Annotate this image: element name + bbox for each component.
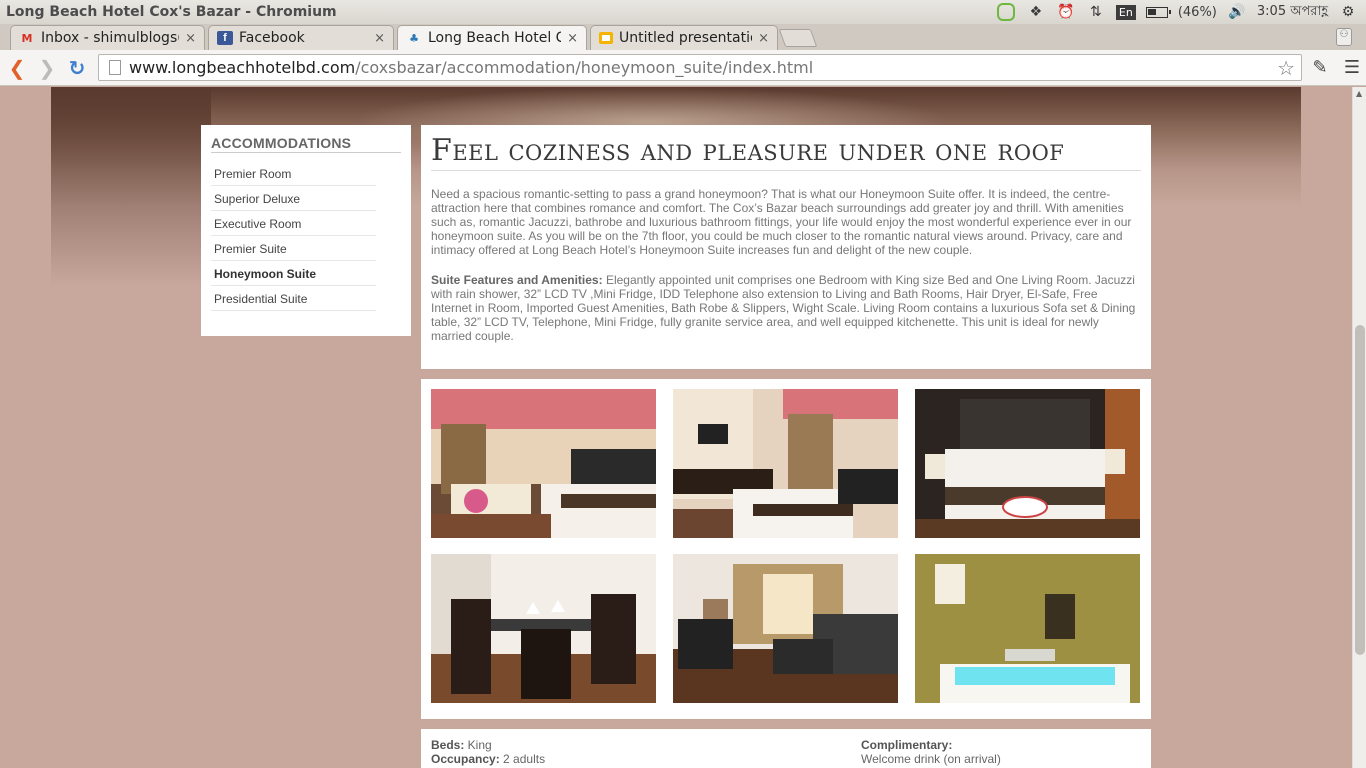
accommodations-sidebar: ACCOMMODATIONS Premier Room Superior Del…	[201, 125, 411, 336]
reload-icon[interactable]: ↻	[64, 55, 90, 81]
gallery-photo-dining[interactable]	[431, 554, 656, 703]
network-icon[interactable]: ⇅	[1086, 3, 1106, 21]
tab-label: Untitled presentatio	[619, 30, 753, 46]
browser-toolbar: ❮ ❯ ↻ www.longbeachhotelbd.com /coxsbaza…	[0, 50, 1366, 86]
tab-label: Inbox - shimulblogs(	[41, 30, 180, 46]
bedroom-photo-image	[431, 389, 656, 538]
sidebar-item-honeymoon-suite[interactable]: Honeymoon Suite	[211, 261, 376, 286]
tab-long-beach-hotel[interactable]: ♣ Long Beach Hotel Co ×	[397, 25, 587, 50]
page-scrollbar[interactable]: ▲	[1352, 87, 1366, 768]
gallery-photo-bedroom-1[interactable]	[431, 389, 656, 538]
slides-icon	[599, 32, 613, 44]
hotel-lotus-icon: ♣	[409, 31, 419, 45]
complimentary-value: Welcome drink (on arrival)	[861, 752, 1001, 766]
tab-close-icon[interactable]: ×	[758, 31, 769, 46]
menu-hamburger-icon[interactable]: ☰	[1338, 54, 1366, 82]
description-panel: Feel coziness and pleasure under one roo…	[421, 125, 1151, 369]
messaging-icon[interactable]	[996, 3, 1016, 21]
complimentary-label: Complimentary:	[861, 738, 953, 752]
forward-arrow-icon[interactable]: ❯	[34, 55, 60, 81]
tab-label: Long Beach Hotel Co	[428, 30, 562, 46]
dining-photo-image	[431, 554, 656, 703]
room-details-right: Complimentary: Welcome drink (on arrival…	[861, 738, 1001, 766]
gallery-photo-jacuzzi[interactable]	[915, 554, 1140, 703]
tab-label: Facebook	[239, 30, 305, 46]
page-icon	[109, 60, 121, 75]
beds-value: King	[464, 738, 492, 752]
alarm-clock-icon[interactable]: ⏰	[1056, 3, 1076, 21]
power-gear-icon[interactable]: ⚙	[1338, 3, 1358, 21]
scrollbar-thumb[interactable]	[1355, 325, 1365, 655]
living-room-photo-image	[673, 554, 898, 703]
os-top-bar: Long Beach Hotel Cox's Bazar - Chromium …	[0, 0, 1366, 24]
profile-icon[interactable]: ⚇	[1336, 28, 1352, 46]
banner-shade	[51, 87, 211, 287]
jacuzzi-photo-image	[915, 554, 1140, 703]
dropbox-icon[interactable]: ❖	[1026, 3, 1046, 21]
gmail-icon: M	[21, 31, 33, 45]
clock[interactable]: 3:05 অপরাহ্ণ	[1257, 2, 1328, 23]
sidebar-item-premier-room[interactable]: Premier Room	[211, 161, 376, 186]
bedroom-photo-image	[915, 389, 1140, 538]
extension-icon[interactable]: ✎	[1306, 54, 1334, 82]
room-details-left: Beds: King Occupancy: 2 adults	[431, 738, 545, 766]
bedroom-photo-image	[673, 389, 898, 538]
sidebar-item-premier-suite[interactable]: Premier Suite	[211, 236, 376, 261]
bookmark-star-icon[interactable]: ☆	[1277, 56, 1295, 80]
address-bar[interactable]: www.longbeachhotelbd.com /coxsbazar/acco…	[98, 54, 1302, 81]
tab-strip: M Inbox - shimulblogs( × f Facebook × ♣ …	[0, 24, 1366, 50]
page-viewport: ACCOMMODATIONS Premier Room Superior Del…	[0, 87, 1352, 768]
scroll-up-arrow-icon[interactable]: ▲	[1356, 89, 1362, 98]
tab-slides[interactable]: Untitled presentatio ×	[590, 25, 778, 50]
url-host: www.longbeachhotelbd.com	[129, 58, 356, 77]
tab-facebook[interactable]: f Facebook ×	[208, 25, 394, 50]
occupancy-value: 2 adults	[499, 752, 546, 766]
system-tray: ❖ ⏰ ⇅ En (46%) 🔊 3:05 অপরাহ্ণ ⚙	[996, 2, 1366, 23]
photo-gallery	[421, 379, 1151, 719]
tab-close-icon[interactable]: ×	[374, 31, 385, 46]
sidebar-heading: ACCOMMODATIONS	[211, 135, 401, 153]
occupancy-line: Occupancy: 2 adults	[431, 752, 545, 766]
gallery-photo-living-room[interactable]	[673, 554, 898, 703]
tab-gmail[interactable]: M Inbox - shimulblogs( ×	[10, 25, 205, 50]
facebook-icon: f	[217, 31, 233, 45]
sidebar-item-executive-room[interactable]: Executive Room	[211, 211, 376, 236]
battery-percent: (46%)	[1177, 4, 1217, 20]
url-path: /coxsbazar/accommodation/honeymoon_suite…	[355, 58, 814, 77]
beds-line: Beds: King	[431, 738, 545, 752]
sidebar-item-presidential-suite[interactable]: Presidential Suite	[211, 286, 376, 311]
occupancy-label: Occupancy:	[431, 752, 500, 766]
features-label: Suite Features and Amenities:	[431, 273, 603, 287]
battery-icon[interactable]	[1145, 6, 1171, 18]
tab-close-icon[interactable]: ×	[567, 31, 578, 46]
sidebar-list: Premier Room Superior Deluxe Executive R…	[211, 161, 376, 311]
back-arrow-icon[interactable]: ❮	[4, 55, 30, 81]
room-details-panel: Beds: King Occupancy: 2 adults Complimen…	[421, 729, 1151, 768]
page-title: Feel coziness and pleasure under one roo…	[431, 133, 1141, 171]
complimentary-line: Complimentary:	[861, 738, 1001, 752]
beds-label: Beds:	[431, 738, 465, 752]
keyboard-layout-indicator[interactable]: En	[1115, 4, 1136, 20]
new-tab-button[interactable]	[778, 29, 818, 47]
gallery-photo-bedroom-2[interactable]	[673, 389, 898, 538]
sidebar-item-superior-deluxe[interactable]: Superior Deluxe	[211, 186, 376, 211]
gallery-photo-bedroom-3[interactable]	[915, 389, 1140, 538]
volume-icon[interactable]: 🔊	[1227, 3, 1247, 21]
features-paragraph: Suite Features and Amenities: Elegantly …	[431, 273, 1141, 343]
window-title: Long Beach Hotel Cox's Bazar - Chromium	[6, 4, 337, 20]
intro-paragraph: Need a spacious romantic-setting to pass…	[431, 187, 1132, 257]
tab-close-icon[interactable]: ×	[185, 31, 196, 46]
